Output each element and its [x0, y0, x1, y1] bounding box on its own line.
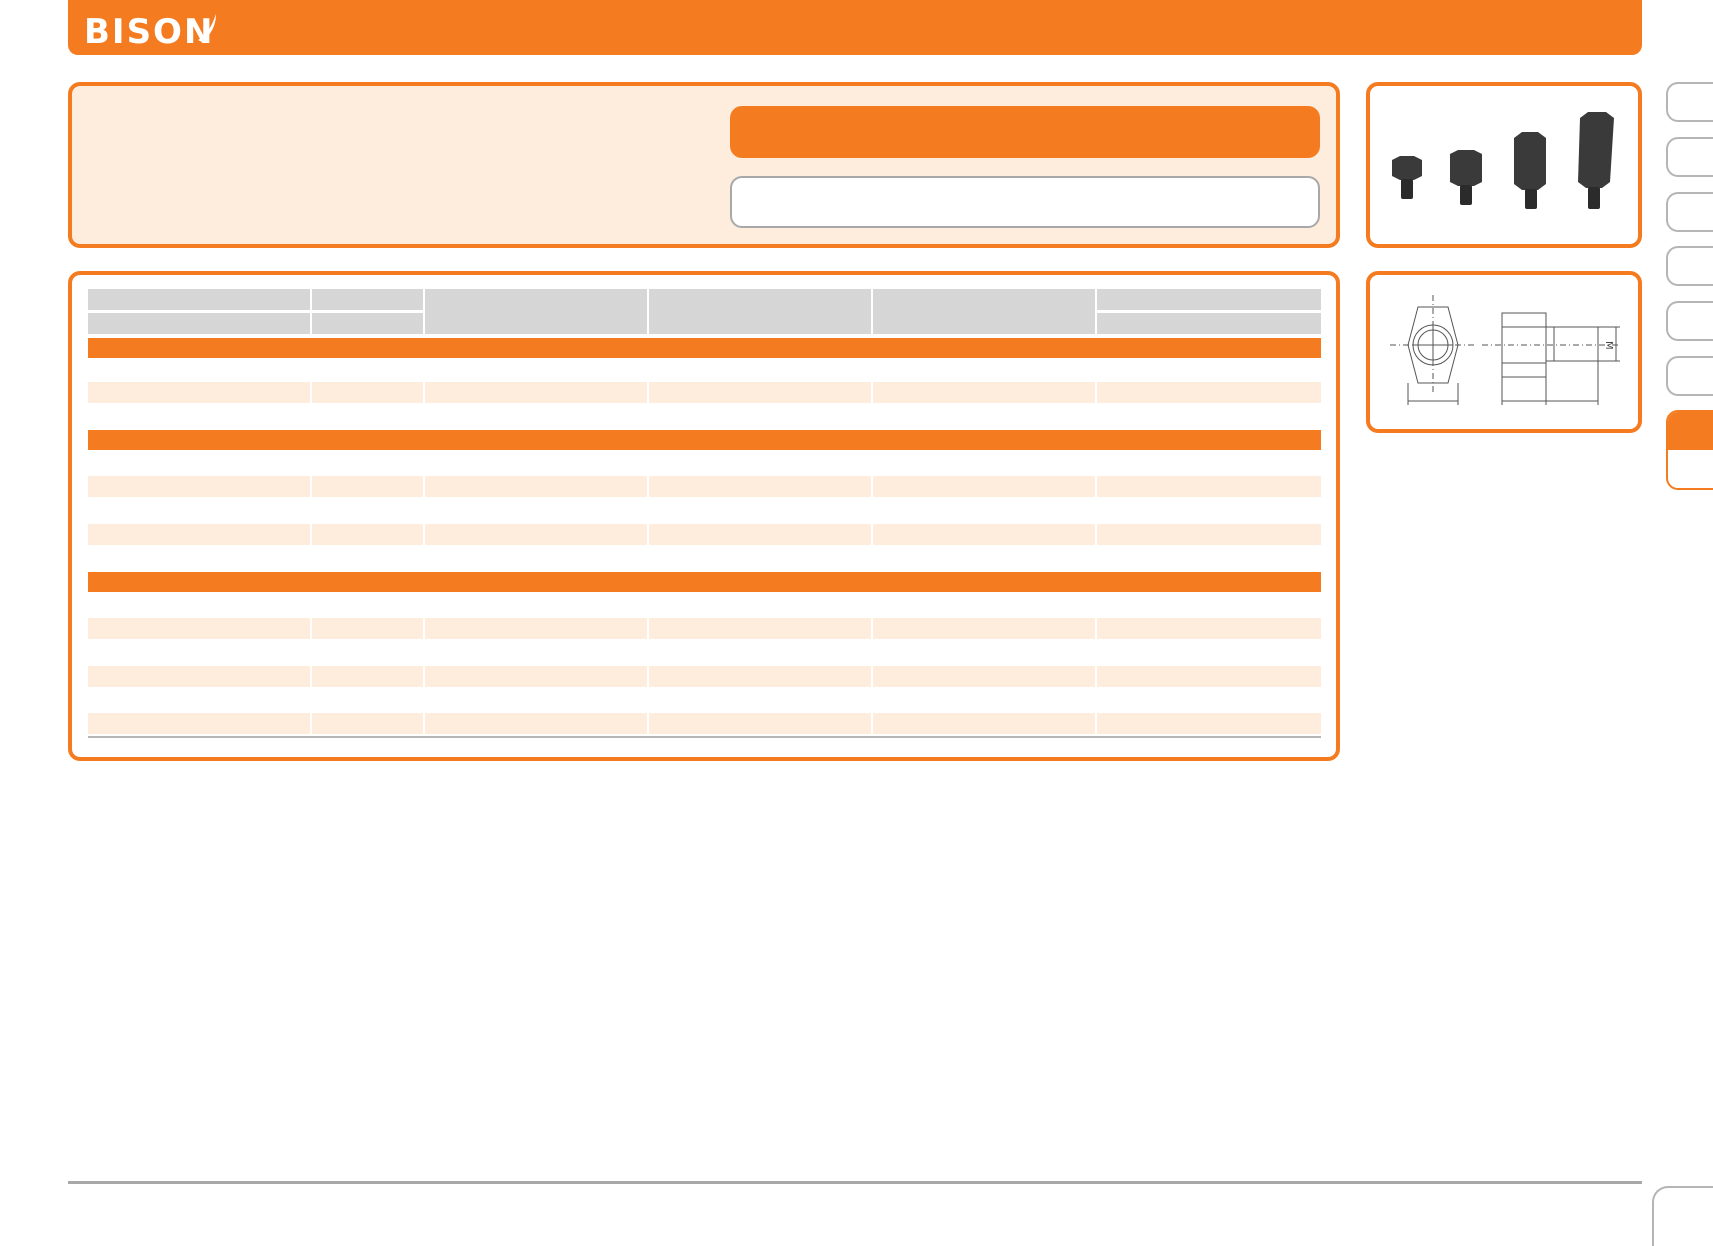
table-cell: [88, 524, 310, 545]
table-row: [88, 382, 1321, 403]
table-header-cell: [1097, 313, 1321, 334]
table-cell: [88, 476, 310, 497]
table-cell: [1097, 524, 1321, 545]
table-cell: [1097, 713, 1321, 734]
table-cell: [1097, 476, 1321, 497]
table-row: [88, 618, 1321, 639]
product-photo-panel: [1366, 82, 1642, 248]
table-cell: [873, 666, 1095, 687]
table-cell: [312, 382, 423, 403]
table-cell: [649, 524, 871, 545]
table-cell: [312, 618, 423, 639]
table-cell: [312, 524, 423, 545]
table-cell: [873, 476, 1095, 497]
hex-screw-large: [1514, 132, 1546, 209]
product-photo: [1392, 112, 1614, 209]
index-tab[interactable]: [1666, 356, 1713, 396]
header-bar: [68, 0, 1642, 55]
hex-screw-small: [1392, 156, 1422, 199]
table-cell: [425, 713, 647, 734]
page-number-tab: [1652, 1186, 1713, 1246]
table-cell: [88, 618, 310, 639]
table-cell: [649, 666, 871, 687]
table-row: [88, 476, 1321, 497]
table-cell: [88, 713, 310, 734]
table-cell: [1097, 666, 1321, 687]
table-header-cell: [425, 289, 647, 334]
product-title-bar: [730, 106, 1320, 158]
table-header-cell: [1097, 289, 1321, 310]
index-tab[interactable]: [1666, 246, 1713, 286]
table-header-cell: [649, 289, 871, 334]
table-row: [88, 666, 1321, 687]
product-subtitle-box: [730, 176, 1320, 228]
index-tab[interactable]: [1666, 82, 1713, 122]
table-cell: [312, 713, 423, 734]
index-tab[interactable]: [1666, 137, 1713, 177]
section-header-band: [88, 572, 1321, 592]
table-header-cell: [873, 289, 1095, 334]
index-tab[interactable]: [1666, 301, 1713, 341]
technical-drawing-panel: M: [1366, 271, 1642, 433]
table-cell: [88, 382, 310, 403]
section-header-band: [88, 338, 1321, 358]
table-bottom-rule: [88, 736, 1321, 738]
section-header-band: [88, 430, 1321, 450]
table-cell: [312, 666, 423, 687]
thread-dimension-label: M: [1603, 341, 1614, 350]
table-cell: [873, 713, 1095, 734]
table-cell: [425, 476, 647, 497]
table-cell: [873, 618, 1095, 639]
table-cell: [1097, 382, 1321, 403]
hex-screw-long: [1578, 112, 1614, 209]
table-header-cell: [88, 313, 310, 334]
footer-rule: [68, 1181, 1642, 1184]
table-cell: [649, 476, 871, 497]
table-cell: [425, 666, 647, 687]
table-header-cell: [312, 313, 423, 334]
table-cell: [425, 618, 647, 639]
table-cell: [873, 382, 1095, 403]
table-header-cell: [88, 289, 310, 310]
table-cell: [88, 666, 310, 687]
index-tab-active[interactable]: [1666, 410, 1713, 490]
table-cell: [312, 476, 423, 497]
technical-drawing: M: [1390, 295, 1620, 405]
table-header-cell: [312, 289, 423, 310]
table-row: [88, 713, 1321, 734]
brand-logo: BISON: [84, 12, 215, 52]
table-cell: [1097, 618, 1321, 639]
table-cell: [425, 524, 647, 545]
table-cell: [649, 382, 871, 403]
hex-screw-medium: [1450, 150, 1482, 205]
table-cell: [649, 713, 871, 734]
index-tab-active-fill: [1668, 412, 1713, 450]
table-cell: [425, 382, 647, 403]
bison-horn-icon: [198, 14, 216, 42]
index-tab[interactable]: [1666, 192, 1713, 232]
table-cell: [873, 524, 1095, 545]
title-panel: [68, 82, 1340, 248]
table-cell: [649, 618, 871, 639]
table-row: [88, 524, 1321, 545]
